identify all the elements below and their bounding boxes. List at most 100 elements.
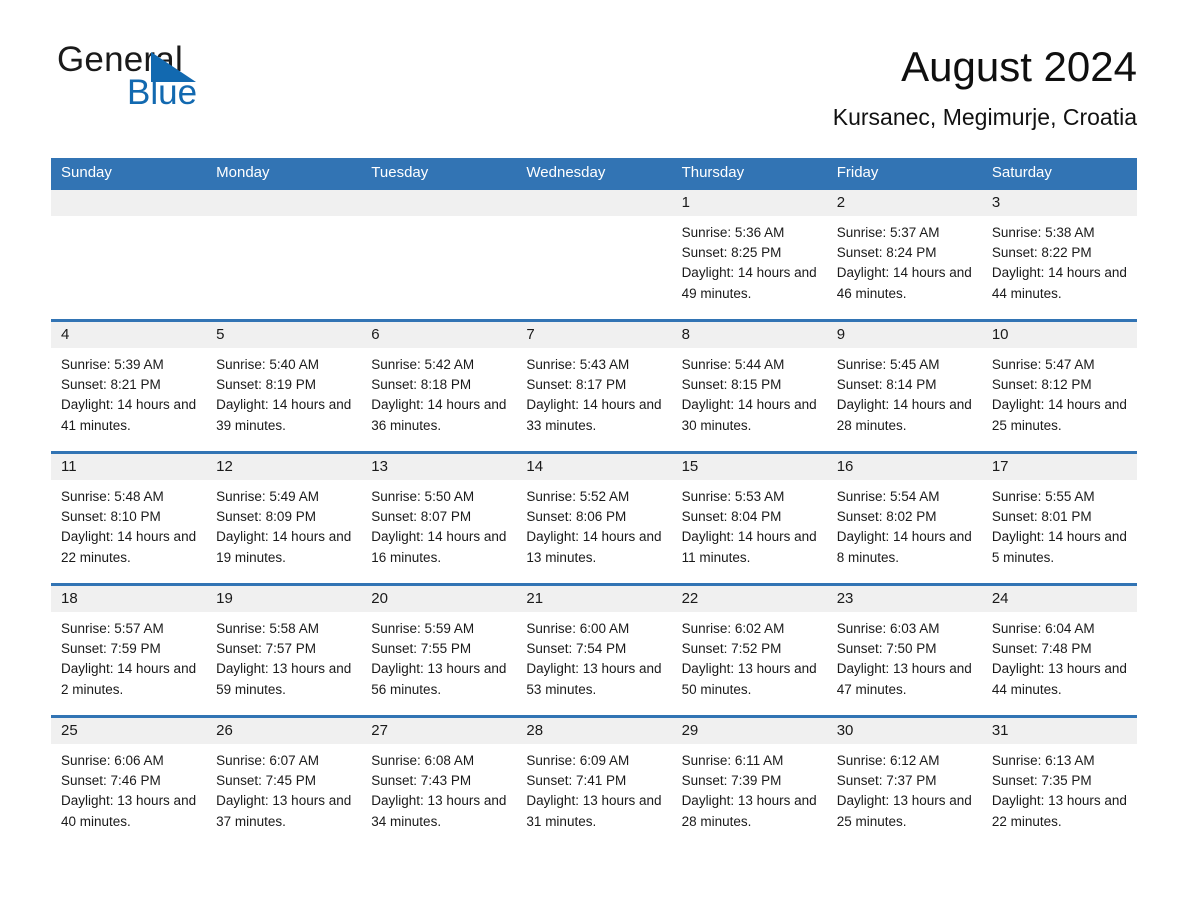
sunrise-text: Sunrise: 5:48 AM (61, 489, 164, 504)
day-cell-9[interactable]: 9 Sunrise: 5:45 AM Sunset: 8:14 PM Daylight… (826, 322, 982, 451)
day-cell-30[interactable]: 30 Sunrise: 6:12 AM Sunset: 7:37 PM Dayligh… (826, 718, 982, 847)
daylight-text: Daylight: 14 hours and 36 minutes. (371, 397, 507, 433)
daylight-text: Daylight: 14 hours and 39 minutes. (216, 397, 352, 433)
daylight-text: Daylight: 14 hours and 28 minutes. (836, 397, 972, 433)
day-number: 2 (836, 194, 846, 211)
day-number-band: 20 (361, 586, 517, 612)
day-number-band: 5 (206, 322, 362, 348)
daylight-text: Daylight: 13 hours and 44 minutes. (991, 661, 1127, 697)
day-number-band: 8 (671, 322, 827, 348)
day-number: 19 (216, 590, 233, 607)
sunrise-text: Sunrise: 5:55 AM (991, 489, 1095, 504)
day-cell-4[interactable]: 4 Sunrise: 5:39 AM Sunset: 8:21 PM Daylight… (51, 322, 207, 451)
day-cell-11[interactable]: 11 Sunrise: 5:48 AM Sunset: 8:10 PM Dayligh… (51, 454, 207, 583)
day-cell-25[interactable]: 25 Sunrise: 6:06 AM Sunset: 7:46 PM Dayligh… (51, 718, 207, 847)
day-cell-5[interactable]: 5 Sunrise: 5:40 AM Sunset: 8:19 PM Daylight… (206, 322, 362, 451)
day-number: 11 (61, 458, 77, 475)
sunrise-text: Sunrise: 6:00 AM (526, 621, 630, 636)
day-cell-29[interactable]: 29 Sunrise: 6:11 AM Sunset: 7:39 PM Dayligh… (671, 718, 827, 847)
calendar-week-row: 4 Sunrise: 5:39 AM Sunset: 8:21 PM Daylight… (51, 319, 1137, 451)
day-cell-24[interactable]: 24 Sunrise: 6:04 AM Sunset: 7:48 PM Dayligh… (981, 586, 1137, 715)
day-number-band: 31 (981, 718, 1137, 744)
day-number-band: 14 (516, 454, 672, 480)
sunrise-text: Sunrise: 5:52 AM (526, 489, 630, 504)
sunrise-text: Sunrise: 5:43 AM (526, 357, 630, 372)
day-number-band: 27 (361, 718, 517, 744)
day-cell-21[interactable]: 21 Sunrise: 6:00 AM Sunset: 7:54 PM Dayligh… (516, 586, 672, 715)
daylight-text: Daylight: 14 hours and 2 minutes. (61, 661, 197, 697)
sunrise-text: Sunrise: 5:44 AM (681, 357, 785, 372)
sunset-text: Sunset: 7:37 PM (836, 773, 937, 789)
calendar-table: Sunday Monday Tuesday Wednesday Thursday Frid… (51, 158, 1137, 847)
day-cell-6[interactable]: 6 Sunrise: 5:42 AM Sunset: 8:18 PM Daylight… (361, 322, 517, 451)
day-cell-empty (206, 190, 362, 319)
day-cell-7[interactable]: 7 Sunrise: 5:43 AM Sunset: 8:17 PM Daylight… (516, 322, 672, 451)
daylight-text: Daylight: 13 hours and 28 minutes. (681, 793, 817, 829)
sunset-text: Sunset: 7:43 PM (371, 773, 472, 789)
day-cell-31[interactable]: 31 Sunrise: 6:13 AM Sunset: 7:35 PM Dayligh… (981, 718, 1137, 847)
daylight-text: Daylight: 14 hours and 33 minutes. (526, 397, 662, 433)
day-number-band (51, 190, 207, 216)
day-cell-14[interactable]: 14 Sunrise: 5:52 AM Sunset: 8:06 PM Dayligh… (516, 454, 672, 583)
sunrise-text: Sunrise: 5:37 AM (836, 225, 940, 240)
day-cell-19[interactable]: 19 Sunrise: 5:58 AM Sunset: 7:57 PM Dayligh… (206, 586, 362, 715)
day-cell-3[interactable]: 3 Sunrise: 5:38 AM Sunset: 8:22 PM Daylight… (981, 190, 1137, 319)
day-number-band: 17 (981, 454, 1137, 480)
day-number: 30 (836, 722, 854, 739)
day-cell-28[interactable]: 28 Sunrise: 6:09 AM Sunset: 7:41 PM Dayligh… (516, 718, 672, 847)
sunset-text: Sunset: 7:45 PM (216, 773, 316, 789)
page-header: General Blue August 2024 Kursanec, Megim… (51, 40, 1137, 145)
day-cell-12[interactable]: 12 Sunrise: 5:49 AM Sunset: 8:09 PM Dayligh… (206, 454, 362, 583)
sunset-text: Sunset: 8:17 PM (526, 377, 627, 393)
day-details: Sunrise: 5:44 AM Sunset: 8:15 PM Daylight:… (672, 348, 827, 436)
day-number-band: 7 (516, 322, 672, 348)
day-details: Sunrise: 5:42 AM Sunset: 8:18 PM Daylight:… (361, 348, 516, 436)
day-number: 7 (526, 326, 535, 343)
day-cell-22[interactable]: 22 Sunrise: 6:02 AM Sunset: 7:52 PM Dayligh… (671, 586, 827, 715)
sunrise-text: Sunrise: 5:50 AM (371, 489, 475, 504)
daylight-text: Daylight: 13 hours and 34 minutes. (371, 793, 507, 829)
day-number: 27 (371, 722, 388, 739)
title-block: August 2024 Kursanec, Megimurje, Croatia (833, 40, 1137, 132)
day-cell-15[interactable]: 15 Sunrise: 5:53 AM Sunset: 8:04 PM Dayligh… (671, 454, 827, 583)
sunrise-text: Sunrise: 6:08 AM (371, 753, 475, 768)
day-cell-26[interactable]: 26 Sunrise: 6:07 AM Sunset: 7:45 PM Dayligh… (206, 718, 362, 847)
day-cell-10[interactable]: 10 Sunrise: 5:47 AM Sunset: 8:12 PM Dayligh… (981, 322, 1137, 451)
day-number-band: 26 (206, 718, 362, 744)
day-cell-17[interactable]: 17 Sunrise: 5:55 AM Sunset: 8:01 PM Dayligh… (981, 454, 1137, 583)
day-number: 23 (836, 590, 854, 607)
day-number: 13 (371, 458, 388, 475)
day-number-band: 29 (671, 718, 827, 744)
day-cell-16[interactable]: 16 Sunrise: 5:54 AM Sunset: 8:02 PM Dayligh… (826, 454, 982, 583)
day-cell-13[interactable]: 13 Sunrise: 5:50 AM Sunset: 8:07 PM Dayligh… (361, 454, 517, 583)
day-number-band: 1 (671, 190, 827, 216)
day-cell-8[interactable]: 8 Sunrise: 5:44 AM Sunset: 8:15 PM Daylight… (671, 322, 827, 451)
day-number-band: 16 (826, 454, 982, 480)
daylight-text: Daylight: 14 hours and 25 minutes. (991, 397, 1127, 433)
day-cell-2[interactable]: 2 Sunrise: 5:37 AM Sunset: 8:24 PM Daylight… (826, 190, 982, 319)
day-cell-27[interactable]: 27 Sunrise: 6:08 AM Sunset: 7:43 PM Dayligh… (361, 718, 517, 847)
day-number: 25 (61, 722, 78, 739)
daylight-text: Daylight: 14 hours and 16 minutes. (371, 529, 507, 565)
day-cell-18[interactable]: 18 Sunrise: 5:57 AM Sunset: 7:59 PM Dayligh… (51, 586, 207, 715)
brand-logo[interactable]: General Blue (51, 40, 381, 140)
day-cell-20[interactable]: 20 Sunrise: 5:59 AM Sunset: 7:55 PM Dayligh… (361, 586, 517, 715)
daylight-text: Daylight: 13 hours and 25 minutes. (836, 793, 972, 829)
day-number-band: 4 (51, 322, 207, 348)
weekday-header-thursday: Thursday (681, 164, 745, 181)
daylight-text: Daylight: 14 hours and 5 minutes. (991, 529, 1127, 565)
day-number-band: 15 (671, 454, 827, 480)
sunset-text: Sunset: 8:21 PM (61, 377, 161, 393)
day-details: Sunrise: 5:50 AM Sunset: 8:07 PM Daylight:… (361, 480, 516, 568)
day-number-band: 6 (361, 322, 517, 348)
day-cell-23[interactable]: 23 Sunrise: 6:03 AM Sunset: 7:50 PM Dayligh… (826, 586, 982, 715)
sunrise-text: Sunrise: 6:11 AM (681, 753, 784, 768)
sunset-text: Sunset: 8:07 PM (371, 509, 472, 525)
sunset-text: Sunset: 7:41 PM (526, 773, 627, 789)
sunset-text: Sunset: 8:12 PM (991, 377, 1092, 393)
day-number: 18 (61, 590, 78, 607)
daylight-text: Daylight: 13 hours and 56 minutes. (371, 661, 507, 697)
day-details: Sunrise: 5:38 AM Sunset: 8:22 PM Daylight:… (982, 216, 1137, 304)
day-cell-1[interactable]: 1 Sunrise: 5:36 AM Sunset: 8:25 PM Daylight… (671, 190, 827, 319)
daylight-text: Daylight: 14 hours and 22 minutes. (61, 529, 197, 565)
